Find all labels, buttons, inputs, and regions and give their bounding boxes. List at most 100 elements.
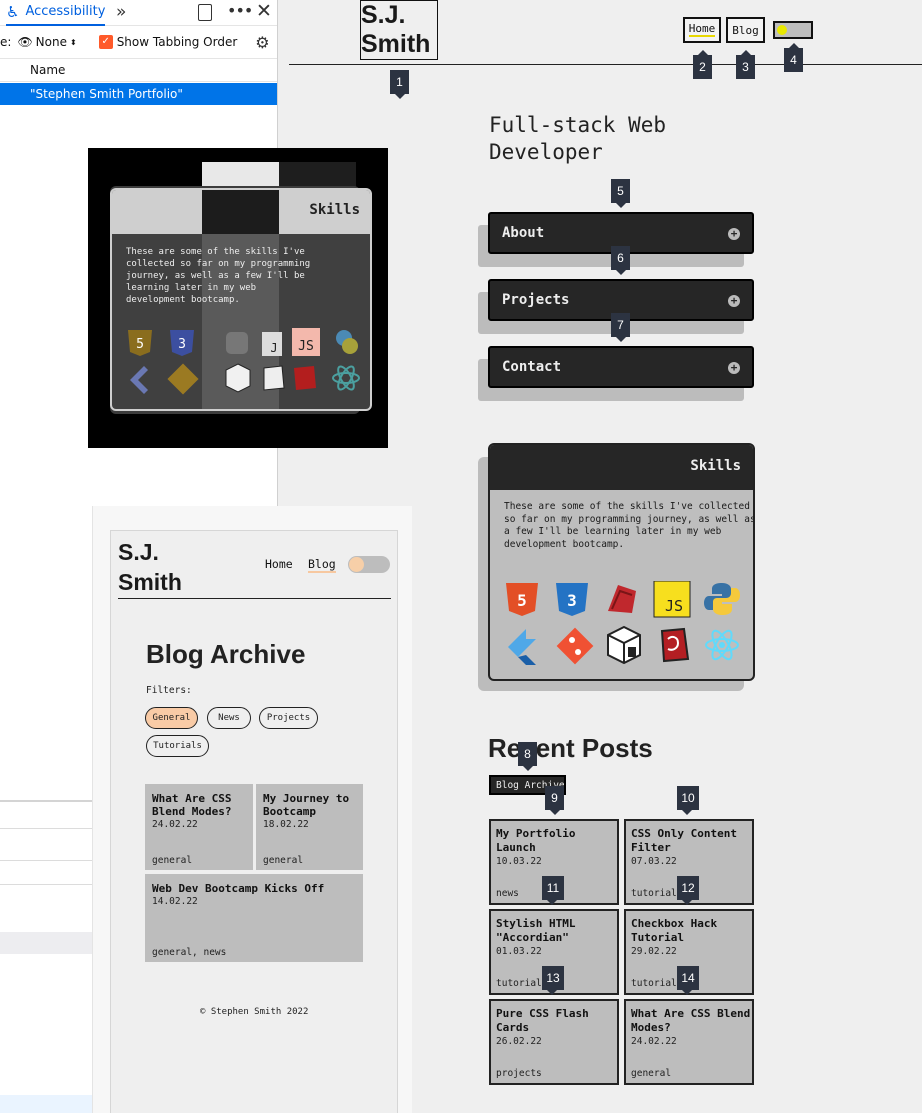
cube-icon (607, 625, 641, 665)
tab-accessibility-label: Accessibility (25, 4, 106, 19)
post-date: 10.03.22 (496, 856, 542, 867)
blog-logo[interactable]: S.J. Smith (118, 537, 182, 597)
post-date: 29.02.22 (631, 946, 677, 957)
eye-icon: 👁 (17, 35, 33, 49)
simulate-value: None (35, 35, 67, 49)
tab-order-badge: 10 (677, 786, 699, 815)
responsive-icon[interactable] (198, 4, 212, 21)
blog-archive-page: S.J. Smith Home Blog Blog Archive Filter… (110, 530, 398, 1113)
post-card[interactable]: What Are CSS Blend Modes? 24.02.22 gener… (624, 999, 754, 1085)
post-title: Checkbox Hack (631, 917, 718, 930)
tree-row-selected[interactable]: "Stephen Smith Portfolio" (0, 83, 277, 105)
sass-icon (226, 332, 248, 354)
post-title: CSS Only Content (631, 827, 737, 840)
post-title: Bootcamp (263, 805, 316, 818)
blog-post-card[interactable]: Web Dev Bootcamp Kicks Off 14.02.22 gene… (145, 874, 363, 962)
react-icon (705, 629, 739, 661)
divider (0, 828, 92, 829)
filter-general[interactable]: General (145, 707, 198, 729)
more-tabs-icon[interactable]: » (116, 2, 126, 22)
more-options-icon[interactable]: ••• (227, 1, 253, 20)
accordion-contact[interactable]: Contact + (488, 346, 754, 388)
tab-order-badge: 12 (677, 876, 699, 905)
post-tags: general (631, 1068, 672, 1079)
post-tags: tutorials (631, 888, 683, 899)
tab-order-badge: 9 (545, 786, 564, 815)
overlay-card-text: These are some of the skills I've collec… (126, 246, 310, 306)
html5-icon: 5 (128, 330, 152, 356)
blog-nav-blog[interactable]: Blog (308, 557, 336, 573)
post-title: Tutorial (631, 931, 684, 944)
skills-text-line: a few I'll be learning later in my web (504, 526, 722, 537)
ruby-icon (660, 627, 690, 663)
blog-nav-home[interactable]: Home (265, 557, 293, 571)
tree-column-header: Name (0, 58, 277, 82)
filter-projects[interactable]: Projects (259, 707, 318, 729)
theme-toggle[interactable] (773, 21, 813, 39)
tabbing-order-checkbox[interactable]: ✓ (98, 35, 113, 49)
nav-home[interactable]: Home (683, 17, 721, 43)
blog-post-card[interactable]: What Are CSS Blend Modes? 24.02.22 gener… (145, 784, 253, 870)
accordion-label: About (502, 225, 545, 241)
blog-footer: © Stephen Smith 2022 (200, 1007, 309, 1017)
filter-tutorials[interactable]: Tutorials (146, 735, 209, 757)
blog-logo-line: S.J. (118, 539, 159, 565)
nav-home-label: Home (688, 22, 716, 37)
cube-icon (225, 363, 251, 393)
svg-text:JS: JS (665, 597, 683, 615)
post-tags: general, news (152, 947, 227, 958)
post-tags: general (263, 855, 304, 866)
post-title: Cards (496, 1021, 530, 1034)
ruby-icon (263, 365, 285, 391)
post-date: 24.02.22 (631, 1036, 677, 1047)
checker-tile (112, 190, 202, 234)
python-icon (336, 330, 358, 354)
post-title: My Journey to (263, 792, 350, 805)
simulate-select[interactable]: 👁 None ⬍ (17, 35, 76, 49)
recent-posts-title: Recent Posts (488, 733, 653, 763)
skills-text-line: development bootcamp. (504, 538, 625, 550)
svg-text:3: 3 (567, 591, 577, 610)
tree-row[interactable] (0, 1095, 92, 1113)
tab-order-badge: 8 (518, 742, 537, 771)
filter-news[interactable]: News (207, 707, 251, 729)
tab-accessibility[interactable]: ♿ Accessibility (6, 0, 106, 26)
tabbing-order-label: Show Tabbing Order (116, 35, 238, 49)
overlay-icon-grid: 5 3 J JS (128, 328, 360, 395)
post-date: 18.02.22 (263, 819, 309, 830)
close-icon[interactable]: ✕ (256, 0, 272, 22)
skills-card-text: These are some of the skills I've collec… (504, 501, 753, 551)
overlay-text-line: development bootcamp. (126, 295, 240, 305)
post-tags: tutorials (496, 978, 548, 989)
skills-text-line: These are some of the skills I've collec… (504, 501, 750, 512)
post-title: Stylish HTML (496, 917, 576, 930)
skills-overlay-preview: Skills These are some of the skills I've… (88, 148, 388, 448)
gear-icon[interactable]: ⚙ (255, 33, 269, 52)
tab-order-badge: 13 (542, 966, 564, 995)
filters-label: Filters: (146, 685, 192, 696)
divider (0, 884, 92, 885)
blog-theme-toggle[interactable] (348, 556, 390, 573)
svg-text:3: 3 (178, 337, 186, 352)
svg-text:5: 5 (136, 337, 144, 352)
tab-order-badge: 4 (784, 43, 803, 72)
blog-post-card[interactable]: My Journey to Bootcamp 18.02.22 general (256, 784, 363, 870)
select-arrows-icon: ⬍ (69, 37, 77, 47)
tab-order-badge: 11 (542, 876, 564, 905)
site-logo[interactable]: S.J. Smith (360, 0, 438, 60)
css3-icon: 3 (556, 583, 588, 616)
tab-order-badge: 2 (693, 50, 712, 79)
skills-card-title: Skills (690, 458, 741, 474)
checker-tile (202, 190, 279, 234)
post-title: Launch (496, 841, 536, 854)
post-title: Blend Modes? (152, 805, 232, 818)
post-card[interactable]: Pure CSS Flash Cards 26.02.22 projects (489, 999, 619, 1085)
tree-row[interactable] (0, 932, 92, 954)
nav-blog[interactable]: Blog (726, 17, 765, 43)
skills-icon-grid: 5 3 JS (506, 581, 740, 665)
overlay-text-line: These are some of the skills I've (126, 247, 305, 257)
tab-order-badge: 6 (611, 246, 630, 275)
overlay-text-line: journey, as well as a few I'll be (126, 271, 305, 281)
post-tags: general (152, 855, 193, 866)
post-title: What Are CSS Blend (631, 1007, 751, 1020)
